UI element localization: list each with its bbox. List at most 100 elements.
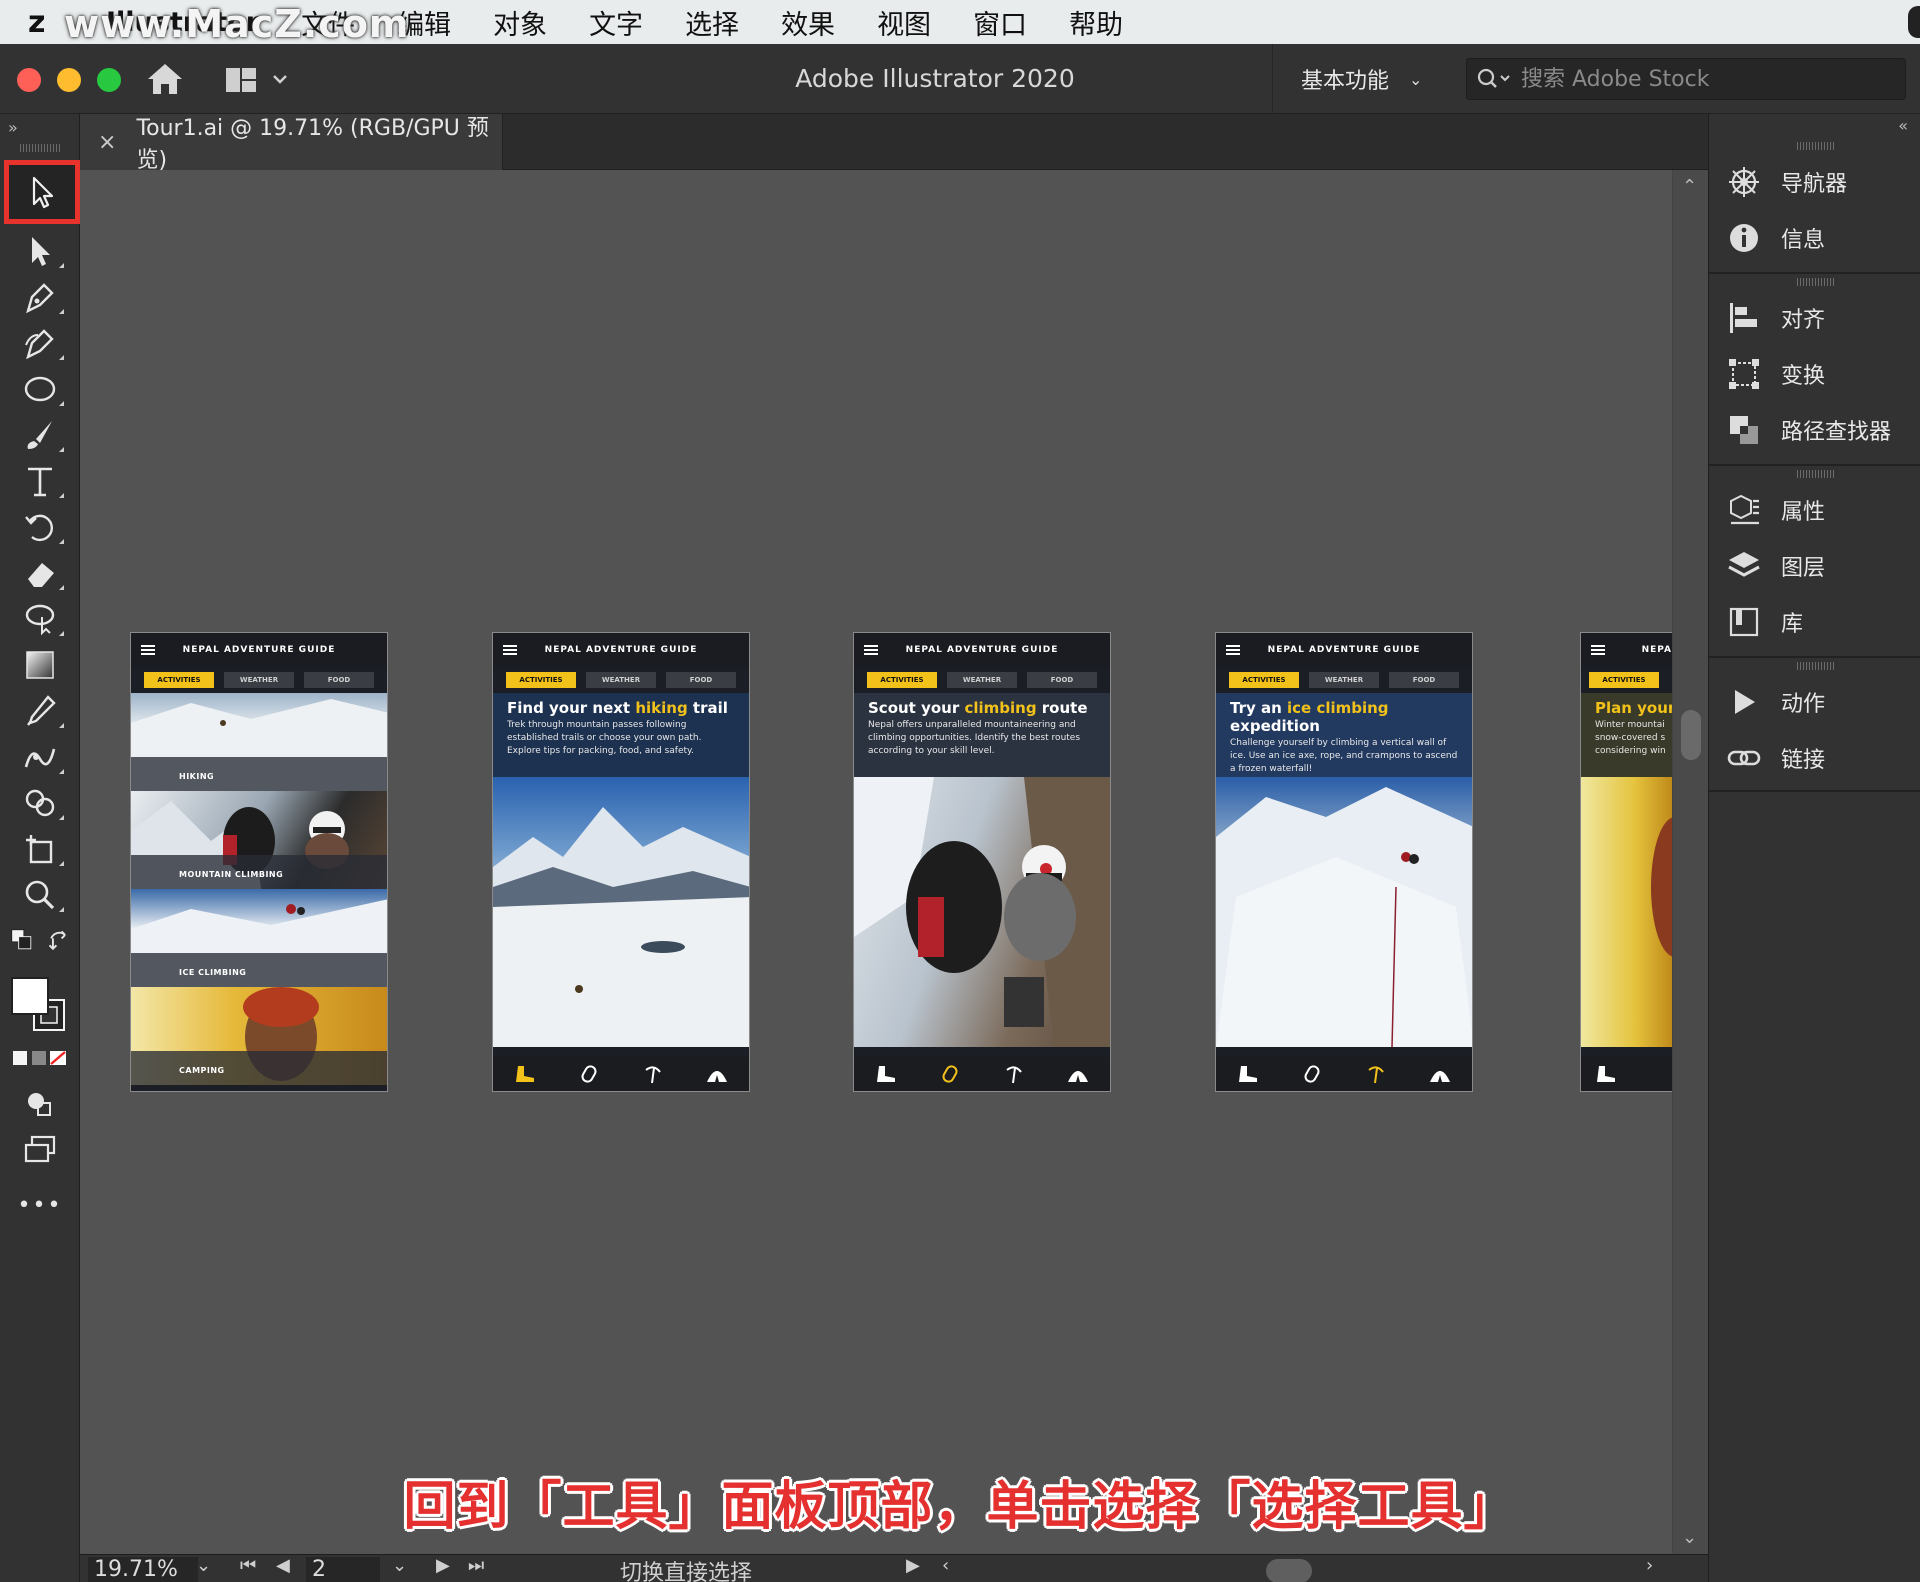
tab-document[interactable]: × Tour1.ai @ 19.71% (RGB/GPU 预览): [80, 114, 503, 173]
list-label-mountain-climbing: MOUNTAIN CLIMBING: [179, 870, 284, 879]
zoom-dropdown-icon[interactable]: ⌄: [196, 1555, 211, 1576]
ice-axe-icon: [645, 1066, 661, 1084]
fill-stroke-swatch[interactable]: [10, 976, 70, 1036]
hero-title: Plan your: [1595, 699, 1672, 717]
horizontal-scroll-thumb[interactable]: [1266, 1559, 1312, 1582]
previous-artboard-icon[interactable]: ◀: [276, 1555, 290, 1576]
artboard-4[interactable]: NEPAL ADVENTURE GUIDE ACTIVITIES WEATHER…: [1215, 632, 1473, 1092]
scroll-down-icon[interactable]: ⌄: [1682, 1527, 1697, 1548]
first-artboard-icon[interactable]: ⏮: [240, 1555, 256, 1576]
next-artboard-icon[interactable]: ▶: [436, 1555, 450, 1576]
gradient-tool[interactable]: [14, 644, 66, 686]
app-tab-activities: ACTIVITIES: [1589, 672, 1659, 688]
app-header-title: NEPAL ADVENTURE GUIDE: [182, 645, 336, 655]
scroll-right-icon[interactable]: ›: [1646, 1555, 1653, 1576]
scroll-up-icon[interactable]: ⌃: [1682, 176, 1697, 197]
panel-label: 库: [1781, 612, 1804, 637]
artboard-tool[interactable]: [14, 828, 66, 870]
curvature-tool[interactable]: [14, 322, 66, 364]
apple-logo-icon[interactable]: z: [28, 5, 68, 40]
scroll-left-icon[interactable]: ‹: [942, 1555, 949, 1576]
panel-grip[interactable]: [20, 144, 60, 152]
rotate-tool[interactable]: [14, 506, 66, 548]
menu-object[interactable]: 对象: [493, 3, 547, 42]
default-colors-icon[interactable]: [8, 926, 38, 956]
panel-label: 对齐: [1781, 308, 1826, 333]
workspace-switcher[interactable]: 基本功能 ⌄: [1272, 44, 1442, 114]
selection-tool[interactable]: [4, 160, 80, 224]
list-label-camping: CAMPING: [179, 1066, 225, 1075]
panel-grip[interactable]: [1797, 470, 1835, 478]
pen-tool[interactable]: [14, 276, 66, 318]
eyedropper-tool[interactable]: [14, 690, 66, 732]
zoom-tool[interactable]: [14, 874, 66, 916]
collapse-panel-icon[interactable]: »: [8, 118, 18, 137]
app-tabs: ACTIVITIES WEATHER FOOD: [131, 667, 387, 693]
tab-label: Tour1.ai @ 19.71% (RGB/GPU 预览): [136, 116, 489, 173]
panel-transform[interactable]: 变换: [1727, 352, 1825, 396]
drawing-mode-icon[interactable]: [14, 1082, 66, 1124]
vertical-scrollbar[interactable]: ⌃ ⌄: [1672, 170, 1708, 1554]
app-header: NEPA: [1581, 633, 1672, 667]
panel-align[interactable]: 对齐: [1727, 296, 1825, 340]
panel-libraries[interactable]: 库: [1727, 600, 1803, 644]
menu-help[interactable]: 帮助: [1069, 3, 1123, 42]
search-input[interactable]: [1521, 66, 1861, 92]
panel-grip[interactable]: [1797, 142, 1835, 150]
search-icon: [1477, 68, 1510, 88]
stock-search[interactable]: [1466, 58, 1906, 100]
menu-view[interactable]: 视图: [877, 3, 931, 42]
artboard-2[interactable]: NEPAL ADVENTURE GUIDE ACTIVITIES WEATHER…: [492, 632, 750, 1092]
ice-axe-icon: [1006, 1066, 1022, 1084]
paintbrush-tool[interactable]: [14, 414, 66, 456]
artboard-dropdown-icon[interactable]: ⌄: [392, 1555, 407, 1576]
panel-properties[interactable]: 属性: [1727, 488, 1825, 532]
menu-effect[interactable]: 效果: [781, 3, 835, 42]
direct-selection-tool[interactable]: [14, 230, 66, 272]
panel-info[interactable]: 信息: [1727, 216, 1825, 260]
tools-panel: » •••: [0, 114, 80, 1582]
transform-icon: [1727, 357, 1761, 391]
carabiner-icon: [581, 1065, 597, 1083]
status-menu-icon[interactable]: ▶: [906, 1555, 920, 1576]
app-footer-nav: [854, 1057, 1110, 1091]
menu-select[interactable]: 选择: [685, 3, 739, 42]
eraser-tool[interactable]: [14, 552, 66, 594]
app-tab-activities: ACTIVITIES: [506, 672, 576, 688]
scroll-thumb[interactable]: [1681, 710, 1701, 760]
width-tool[interactable]: [14, 736, 66, 778]
panel-pathfinder[interactable]: 路径查找器: [1727, 408, 1891, 452]
artboard-1[interactable]: NEPAL ADVENTURE GUIDE ACTIVITIES WEATHER…: [130, 632, 388, 1092]
close-tab-icon[interactable]: ×: [98, 130, 116, 155]
menu-type[interactable]: 文字: [589, 3, 643, 42]
panel-layers[interactable]: 图层: [1727, 544, 1825, 588]
screen-mode-icon[interactable]: [14, 1128, 66, 1170]
panel-actions[interactable]: 动作: [1727, 680, 1825, 724]
artboard-number-field[interactable]: 2: [306, 1557, 380, 1582]
artboard-5[interactable]: NEPA ACTIVITIES Plan your Winter mountai…: [1580, 632, 1672, 1092]
menu-window[interactable]: 窗口: [973, 3, 1027, 42]
type-tool[interactable]: [14, 460, 66, 502]
shape-builder-tool[interactable]: [14, 782, 66, 824]
artboard-3[interactable]: NEPAL ADVENTURE GUIDE ACTIVITIES WEATHER…: [853, 632, 1111, 1092]
panel-navigator[interactable]: 导航器: [1727, 160, 1847, 204]
list-item: ICE CLIMBING: [131, 889, 387, 987]
properties-icon: [1727, 493, 1761, 527]
edit-toolbar-button[interactable]: •••: [14, 1184, 66, 1226]
lasso-tool[interactable]: [14, 598, 66, 640]
app-tab-weather: WEATHER: [224, 672, 294, 688]
panel-grip[interactable]: [1797, 278, 1835, 286]
last-artboard-icon[interactable]: ⏭: [468, 1555, 484, 1576]
tent-photo-image: [1651, 817, 1672, 957]
panel-grip[interactable]: [1797, 662, 1835, 670]
canvas[interactable]: NEPAL ADVENTURE GUIDE ACTIVITIES WEATHER…: [80, 170, 1672, 1554]
zoom-level-field[interactable]: 19.71%: [88, 1557, 198, 1582]
carabiner-icon: [942, 1065, 958, 1083]
swap-colors-icon[interactable]: [44, 926, 74, 956]
hero-text: Trek through mountain passes following e…: [507, 720, 702, 756]
ellipse-tool[interactable]: [14, 368, 66, 410]
panel-links[interactable]: 链接: [1727, 736, 1825, 780]
color-mode-icons[interactable]: [12, 1046, 68, 1070]
collapse-dock-icon[interactable]: «: [1898, 116, 1908, 135]
hamburger-icon: [864, 645, 878, 655]
